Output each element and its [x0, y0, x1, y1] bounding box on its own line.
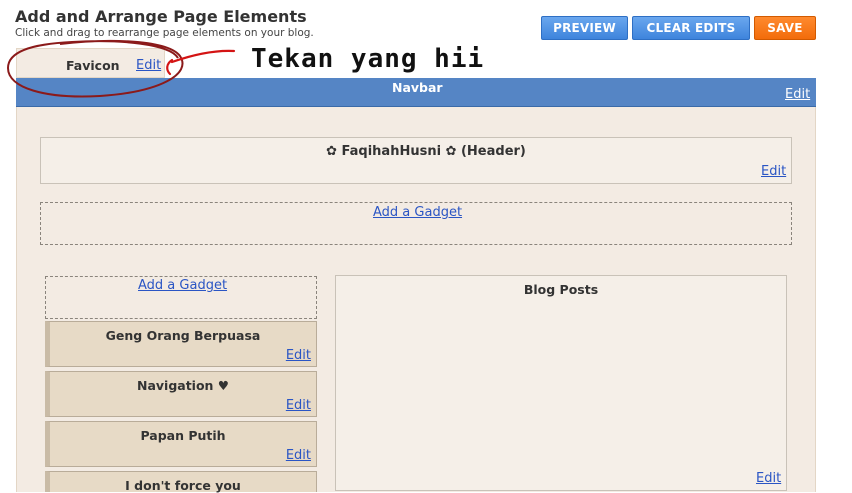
annotation-text: Tekan yang hii — [251, 44, 485, 74]
